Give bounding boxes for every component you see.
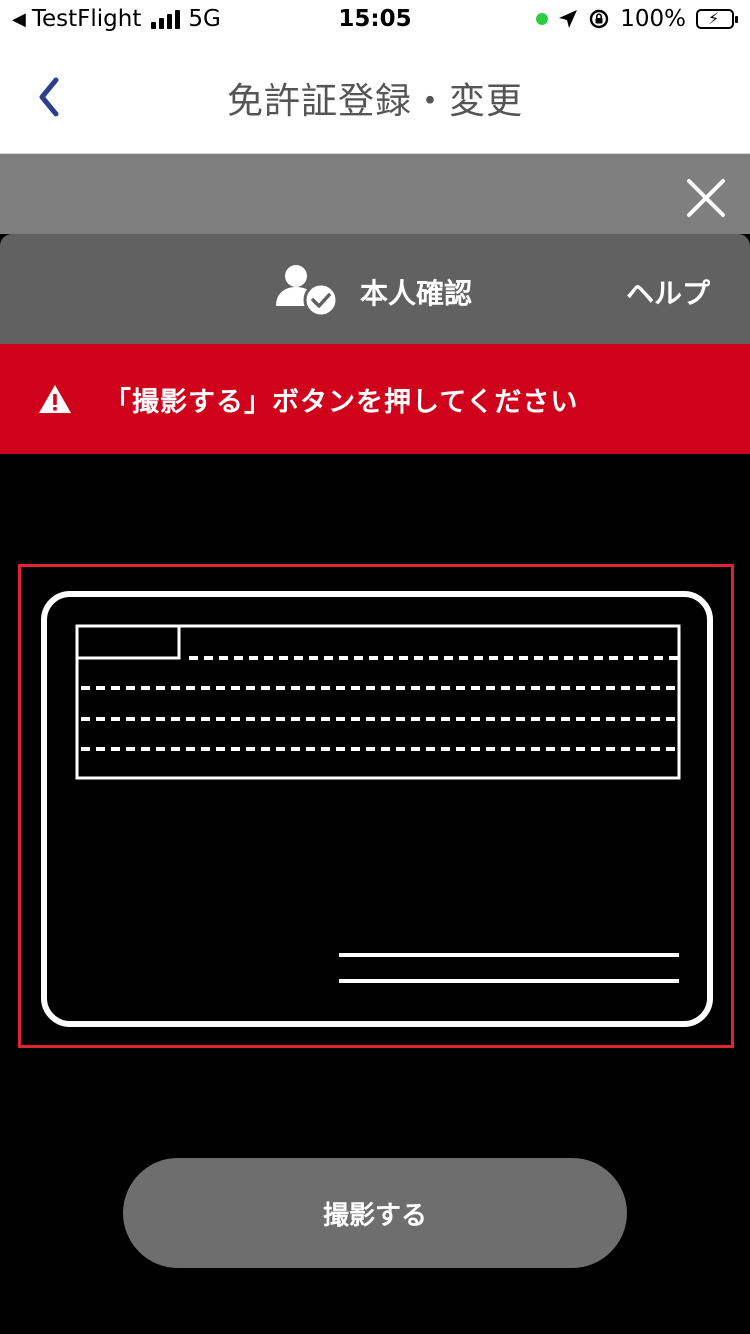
- help-button[interactable]: ヘルプ: [626, 272, 710, 312]
- rotation-lock-icon: [590, 9, 609, 29]
- page-title: 免許証登録・変更: [226, 81, 523, 122]
- alert-message: 「撮影する」ボタンを押してください: [104, 387, 579, 418]
- sheet-backdrop: [0, 154, 750, 234]
- status-bar: ◀ TestFlight 5G 15:05 100% ⚡: [0, 0, 750, 40]
- location-icon: [559, 10, 578, 28]
- warning-icon: [39, 385, 71, 413]
- alert-banner: 「撮影する」ボタンを押してください: [0, 344, 750, 454]
- status-right: 100% ⚡: [536, 6, 738, 32]
- person-check-icon: [276, 265, 339, 318]
- privacy-indicator-icon: [536, 13, 549, 25]
- capture-button[interactable]: 撮影する: [123, 1158, 627, 1268]
- battery-charging-icon: ⚡: [696, 9, 738, 29]
- close-icon[interactable]: [684, 176, 728, 220]
- verify-title: 本人確認: [360, 277, 473, 310]
- nav-bar: 免許証登録・変更: [0, 40, 750, 154]
- capture-frame: [18, 564, 734, 1048]
- battery-label: 100%: [620, 6, 686, 32]
- verify-header: 本人確認 ヘルプ: [0, 234, 750, 344]
- license-card-guide-icon: [41, 591, 713, 1027]
